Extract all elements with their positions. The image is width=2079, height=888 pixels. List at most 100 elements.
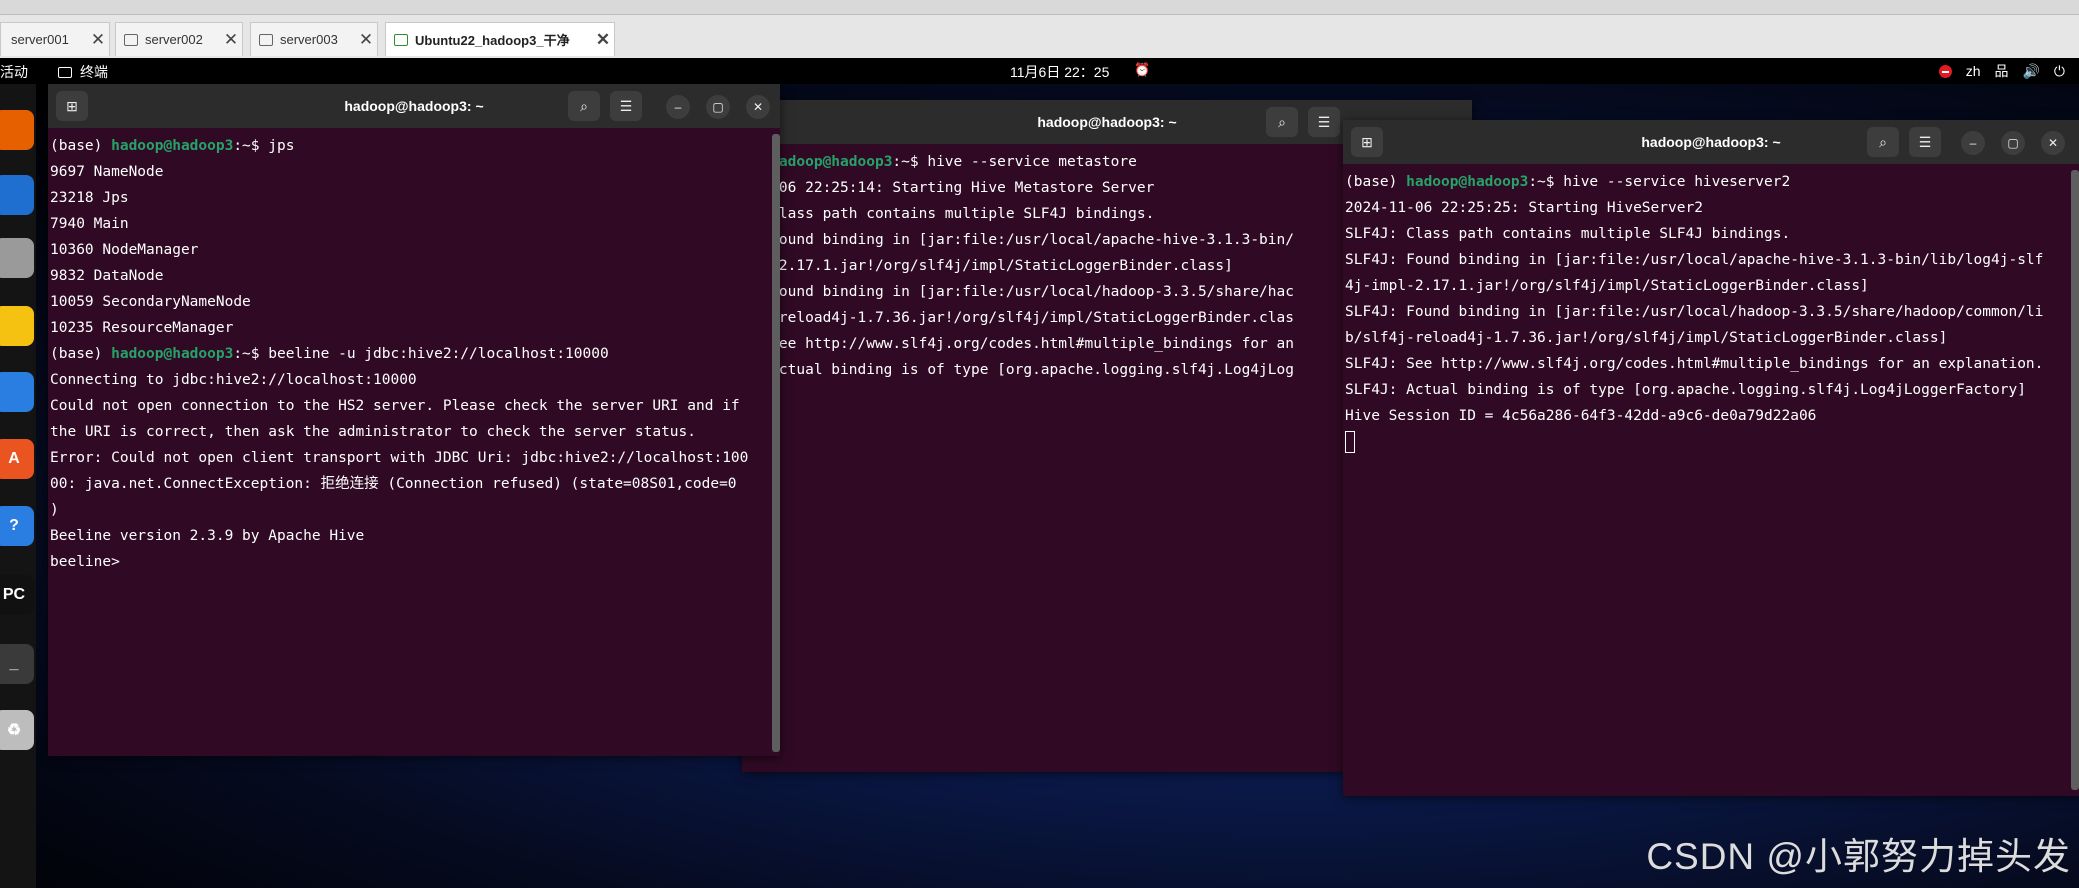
do-not-disturb-icon[interactable]	[1938, 64, 1952, 78]
terminal-line: 23218 Jps	[50, 190, 129, 206]
vm-tab-server003[interactable]: server003 ✕	[250, 22, 378, 56]
help-icon[interactable]: ?	[0, 506, 34, 546]
scrollbar[interactable]	[772, 134, 780, 752]
close-icon: ✕	[2047, 136, 2059, 150]
alarm-icon: ⏰	[1134, 62, 1151, 77]
vm-icon	[259, 33, 273, 46]
hamburger-icon: ☰	[619, 97, 633, 114]
prompt-user: hadoop@hadoop3	[770, 154, 893, 170]
terminal-line: 9832 DataNode	[50, 268, 164, 284]
close-icon[interactable]: ✕	[355, 30, 377, 50]
prompt-user: hadoop@hadoop3	[1406, 174, 1529, 190]
close-button[interactable]: ✕	[746, 95, 770, 119]
menu-button[interactable]: ☰	[610, 91, 642, 121]
power-icon[interactable]: ⏻	[2054, 63, 2065, 80]
vm-tab-bar: server001 ✕ server002 ✕ server003 ✕ Ubun…	[0, 0, 2079, 58]
text-cursor	[1345, 431, 1355, 453]
search-button[interactable]: ⌕	[1266, 107, 1298, 137]
app-center-icon[interactable]: A	[0, 439, 34, 479]
dock: A? PC _ ♻	[0, 84, 36, 888]
close-icon[interactable]: ✕	[592, 30, 614, 50]
terminal-line: (base) hadoop@hadoop3:~$ beeline -u jdbc…	[50, 341, 780, 367]
terminal-line: beeline>	[50, 554, 120, 570]
terminal-line: SLF4J: Found binding in [jar:file:/usr/l…	[1345, 304, 2044, 320]
terminal-line: b/slf4j-reload4j-1.7.36.jar!/org/slf4j/i…	[1345, 330, 1948, 346]
vm-tab-server001[interactable]: server001 ✕	[0, 22, 110, 56]
close-icon[interactable]: ✕	[87, 30, 109, 50]
prompt-env: (base)	[50, 346, 112, 362]
terminal-app-icon	[58, 66, 72, 78]
terminal-line: )	[50, 502, 59, 518]
prompt-tail: :~$ jps	[233, 138, 295, 154]
search-button[interactable]: ⌕	[1867, 127, 1899, 157]
terminal-line: SLF4J: Found binding in [jar:file:/usr/l…	[1345, 252, 2044, 268]
vm-tab-label: server003	[280, 32, 338, 47]
writer-icon[interactable]	[0, 372, 34, 412]
volume-icon[interactable]: 🔊	[2022, 63, 2039, 80]
terminal-line: 10059 SecondaryNameNode	[50, 294, 251, 310]
prompt-user: hadoop@hadoop3	[111, 346, 234, 362]
activities-button[interactable]: 活动	[0, 62, 28, 82]
prompt-env: (base)	[50, 138, 112, 154]
minimize-button[interactable]: –	[1961, 131, 1985, 155]
vm-toolbar	[0, 0, 2079, 15]
minimize-icon: –	[1969, 136, 1977, 150]
close-button[interactable]: ✕	[2041, 131, 2065, 155]
minimize-button[interactable]: –	[666, 95, 690, 119]
clock[interactable]: 11月6日 22：25	[1010, 62, 1109, 82]
terminal-line: SLF4J: See http://www.slf4j.org/codes.ht…	[1345, 356, 2044, 372]
close-icon[interactable]: ✕	[220, 30, 242, 50]
terminal-line: SLF4J: Class path contains multiple SLF4…	[1345, 226, 1791, 242]
hamburger-icon: ☰	[1918, 133, 1932, 150]
vm-tab-label: Ubuntu22_hadoop3_干净	[415, 33, 570, 48]
terminal-line: 10235 ResourceManager	[50, 320, 234, 336]
app-name: 终端	[80, 64, 108, 80]
terminal-line: Connecting to jdbc:hive2://localhost:100…	[50, 372, 417, 388]
vm-tab-server002[interactable]: server002 ✕	[115, 22, 243, 56]
terminal-window-hiveserver2[interactable]: ⊞ hadoop@hadoop3: ~ ⌕ ☰ – ▢ ✕ (base) had…	[1343, 120, 2079, 796]
terminal-line: Beeline version 2.3.9 by Apache Hive	[50, 528, 365, 544]
system-tray[interactable]: zh 品 🔊 ⏻	[1938, 61, 2065, 81]
minimize-icon: –	[674, 100, 682, 114]
terminal-window-beeline[interactable]: ⊞ hadoop@hadoop3: ~ ⌕ ☰ – ▢ ✕ (base) had…	[48, 84, 780, 756]
terminal-line: SLF4J: Actual binding is of type [org.ap…	[1345, 382, 2026, 398]
search-button[interactable]: ⌕	[568, 91, 600, 121]
terminal-line: 7940 Main	[50, 216, 129, 232]
thunderbird-icon[interactable]	[0, 175, 34, 215]
close-icon: ✕	[752, 100, 764, 114]
window-titlebar[interactable]: ⊞ hadoop@hadoop3: ~ ⌕ ☰ – ▢ ✕	[1343, 120, 2079, 164]
scrollbar[interactable]	[2071, 170, 2079, 790]
terminal-line: 4j-impl-2.17.1.jar!/org/slf4j/impl/Stati…	[1345, 278, 1869, 294]
top-bar: 活动 终端 11月6日 22：25 ⏰ zh 品 🔊 ⏻	[0, 58, 2079, 84]
terminal-line: the URI is correct, then ask the adminis…	[50, 424, 697, 440]
vm-tab-label: server002	[145, 32, 203, 47]
vm-icon	[394, 33, 408, 46]
app-menu[interactable]: 终端	[58, 62, 108, 82]
maximize-button[interactable]: ▢	[2001, 131, 2025, 155]
maximize-icon: ▢	[712, 100, 724, 114]
input-method[interactable]: zh	[1966, 63, 1981, 79]
menu-button[interactable]: ☰	[1308, 107, 1340, 137]
network-icon[interactable]: 品	[1994, 61, 2008, 81]
terminal-output[interactable]: (base) hadoop@hadoop3:~$ jps 9697 NameNod…	[48, 128, 780, 756]
rhythmbox-icon[interactable]	[0, 306, 34, 346]
window-titlebar[interactable]: ⊞ hadoop@hadoop3: ~ ⌕ ☰ – ▢ ✕	[48, 84, 780, 128]
search-icon: ⌕	[1278, 113, 1286, 130]
vm-icon	[124, 33, 138, 46]
terminal-line: Could not open connection to the HS2 ser…	[50, 398, 740, 414]
prompt-env: (base)	[1345, 174, 1407, 190]
pycharm-icon[interactable]: PC	[0, 575, 34, 615]
vm-tab-ubuntu22[interactable]: Ubuntu22_hadoop3_干净 ✕	[385, 22, 615, 56]
vm-tab-label: server001	[11, 32, 69, 47]
terminal-icon[interactable]: _	[0, 644, 34, 684]
maximize-button[interactable]: ▢	[706, 95, 730, 119]
search-icon: ⌕	[580, 97, 588, 114]
files-icon[interactable]	[0, 238, 34, 278]
terminal-line	[1345, 429, 2079, 455]
trash-icon[interactable]: ♻	[0, 710, 34, 750]
menu-button[interactable]: ☰	[1909, 127, 1941, 157]
prompt-tail: :~$ beeline -u jdbc:hive2://localhost:10…	[233, 346, 609, 362]
firefox-icon[interactable]	[0, 110, 34, 150]
terminal-line: Error: Could not open client transport w…	[50, 450, 749, 466]
terminal-output[interactable]: (base) hadoop@hadoop3:~$ hive --service …	[1343, 164, 2079, 796]
